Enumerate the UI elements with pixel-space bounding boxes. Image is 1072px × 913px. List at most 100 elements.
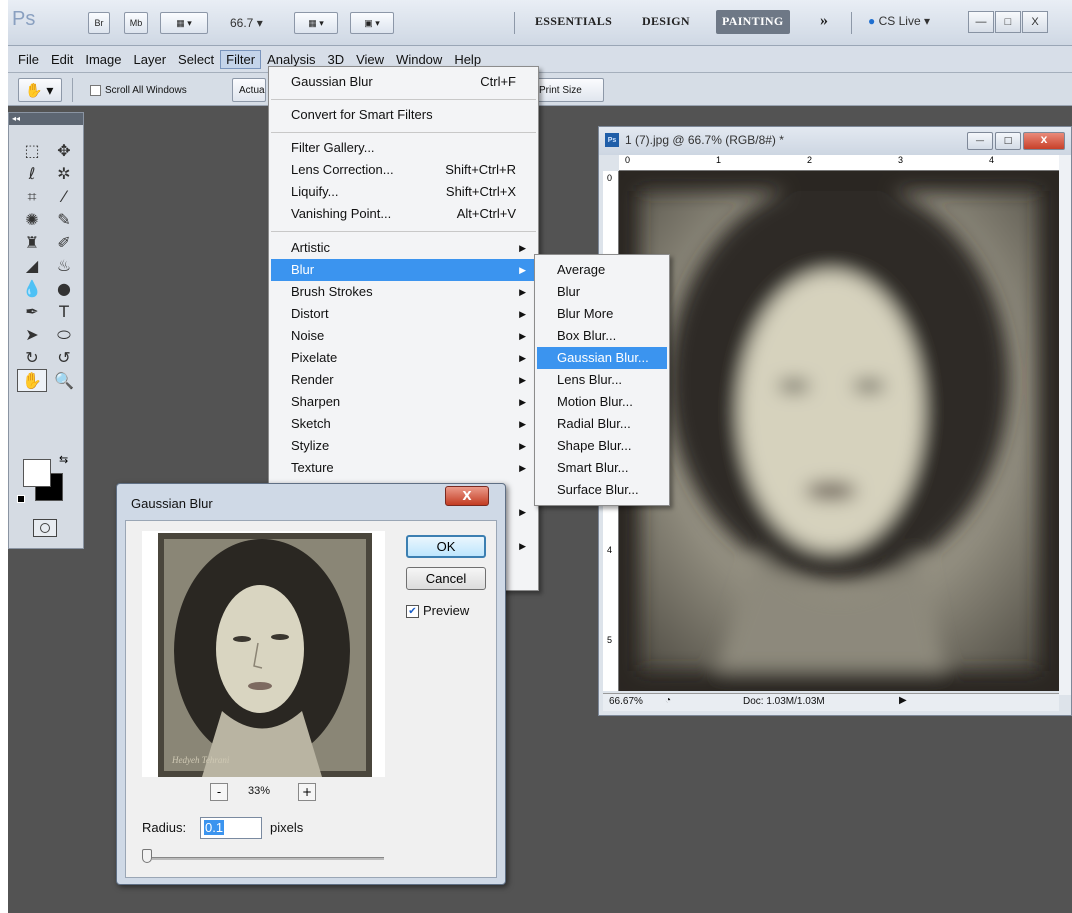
crop-icon[interactable]: ⌗ (17, 185, 47, 208)
spot-heal-icon[interactable]: ✺ (17, 208, 47, 231)
menu-item-lens-correction[interactable]: Lens Correction... Shift+Ctrl+R (271, 159, 536, 181)
cs-live-button[interactable]: ● CS Live ▾ (868, 14, 930, 28)
cancel-button[interactable]: Cancel (406, 567, 486, 590)
horizontal-ruler[interactable]: 0 1 2 3 4 (619, 155, 1059, 171)
workspace-design[interactable]: DESIGN (642, 14, 690, 29)
path-select-icon[interactable]: ➤ (17, 323, 47, 346)
maximize-button[interactable]: □ (995, 11, 1021, 33)
document-canvas[interactable] (619, 171, 1059, 691)
submenu-item-blur-more[interactable]: Blur More (537, 303, 667, 325)
dodge-icon[interactable]: ● (49, 277, 79, 300)
arrange-documents-button[interactable]: ▦ ▾ (294, 12, 338, 34)
submenu-item-shape-blur[interactable]: Shape Blur... (537, 435, 667, 457)
menu-item-sharpen[interactable]: Sharpen ▶ (271, 391, 536, 413)
doc-maximize-button[interactable]: □ (995, 132, 1021, 150)
type-icon[interactable]: T (49, 300, 79, 323)
menu-item-last-filter[interactable]: Gaussian Blur Ctrl+F (271, 71, 536, 93)
menu-edit[interactable]: Edit (45, 50, 79, 69)
submenu-item-gaussian-blur[interactable]: Gaussian Blur... (537, 347, 667, 369)
3d-orbit-icon[interactable]: ↺ (49, 346, 79, 369)
document-title-bar[interactable]: Ps 1 (7).jpg @ 66.7% (RGB/8#) * — □ X (599, 127, 1071, 155)
zoom-in-button[interactable]: + (298, 783, 316, 801)
more-workspaces-button[interactable]: » (820, 12, 828, 30)
zoom-percentage[interactable]: 66.67% (609, 696, 643, 707)
ok-button[interactable]: OK (406, 535, 486, 558)
menu-layer[interactable]: Layer (128, 50, 173, 69)
bucket-icon[interactable]: ♨ (49, 254, 79, 277)
radius-slider-thumb[interactable] (142, 849, 152, 863)
swap-colors-icon[interactable]: ⇆ (59, 453, 68, 466)
menu-item-vanishing-point[interactable]: Vanishing Point... Alt+Ctrl+V (271, 203, 536, 225)
status-info-icon[interactable]: ◔ (665, 695, 671, 706)
dialog-close-button[interactable]: X (445, 486, 489, 506)
quick-mask-button[interactable] (33, 519, 57, 537)
radius-input[interactable]: 0.1 (200, 817, 262, 839)
submenu-item-smart-blur[interactable]: Smart Blur... (537, 457, 667, 479)
zoom-icon[interactable]: 🔍 (49, 369, 79, 392)
menu-item-blur[interactable]: Blur ▶ (271, 259, 536, 281)
menu-file[interactable]: File (12, 50, 45, 69)
eraser-icon[interactable]: ◢ (17, 254, 47, 277)
workspace-essentials[interactable]: ESSENTIALS (535, 14, 612, 29)
menu-item-liquify[interactable]: Liquify... Shift+Ctrl+X (271, 181, 536, 203)
workspace-painting[interactable]: PAINTING (716, 10, 790, 34)
zoom-out-button[interactable]: - (210, 783, 228, 801)
menu-item-filter-gallery[interactable]: Filter Gallery... (271, 137, 536, 159)
scroll-all-windows-checkbox[interactable]: Scroll All Windows (84, 78, 193, 102)
menu-image[interactable]: Image (79, 50, 127, 69)
zoom-level-readout[interactable]: 66.7 ▾ (230, 16, 263, 30)
menu-item-noise[interactable]: Noise ▶ (271, 325, 536, 347)
submenu-item-motion-blur[interactable]: Motion Blur... (537, 391, 667, 413)
tools-panel-header[interactable]: ◂◂ (9, 113, 83, 125)
submenu-item-box-blur[interactable]: Box Blur... (537, 325, 667, 347)
mini-bridge-button[interactable]: Mb (124, 12, 148, 34)
pen-icon[interactable]: ✒ (17, 300, 47, 323)
menu-item-render[interactable]: Render ▶ (271, 369, 536, 391)
tool-preset-picker[interactable]: ✋ ▾ (18, 78, 62, 102)
move-icon[interactable]: ✥ (49, 139, 79, 162)
quick-select-icon[interactable]: ✲ (49, 162, 79, 185)
submenu-item-surface-blur[interactable]: Surface Blur... (537, 479, 667, 501)
submenu-item-radial-blur[interactable]: Radial Blur... (537, 413, 667, 435)
menu-item-texture[interactable]: Texture ▶ (271, 457, 536, 479)
radius-slider-track[interactable] (152, 857, 384, 860)
doc-minimize-button[interactable]: — (967, 132, 993, 150)
menu-item-brush-strokes[interactable]: Brush Strokes ▶ (271, 281, 536, 303)
menu-item-sketch[interactable]: Sketch ▶ (271, 413, 536, 435)
3d-rotate-icon[interactable]: ↻ (17, 346, 47, 369)
submenu-item-blur[interactable]: Blur (537, 281, 667, 303)
blur-tool-icon[interactable]: 💧 (17, 277, 47, 300)
menu-item-convert-smart[interactable]: Convert for Smart Filters (271, 104, 536, 126)
filter-preview[interactable]: Hedyeh Tehrani (142, 531, 385, 777)
lasso-icon[interactable]: ℓ (17, 162, 47, 185)
menu-item-artistic[interactable]: Artistic ▶ (271, 237, 536, 259)
ellipse-icon[interactable]: ⬭ (49, 323, 79, 346)
submenu-item-lens-blur[interactable]: Lens Blur... (537, 369, 667, 391)
foreground-color-swatch[interactable] (23, 459, 51, 487)
submenu-item-average[interactable]: Average (537, 259, 667, 281)
status-menu-arrow-icon[interactable]: ▶ (899, 695, 907, 706)
print-size-button[interactable]: Print Size (534, 78, 604, 102)
brush-icon[interactable]: ✎ (49, 208, 79, 231)
menu-filter[interactable]: Filter (220, 49, 262, 69)
vertical-scrollbar[interactable] (1059, 155, 1071, 695)
marquee-icon[interactable]: ⬚ (17, 139, 47, 162)
menu-item-stylize[interactable]: Stylize ▶ (271, 435, 536, 457)
menu-item-pixelate[interactable]: Pixelate ▶ (271, 347, 536, 369)
default-colors-icon[interactable] (17, 495, 25, 503)
doc-close-button[interactable]: X (1023, 132, 1065, 150)
history-brush-icon[interactable]: ✐ (49, 231, 79, 254)
minimize-button[interactable]: — (968, 11, 994, 33)
menu-item-distort[interactable]: Distort ▶ (271, 303, 536, 325)
dialog-title[interactable]: Gaussian Blur (131, 496, 213, 511)
stamp-icon[interactable]: ♜ (17, 231, 47, 254)
bridge-button[interactable]: Br (88, 12, 110, 34)
menu-select[interactable]: Select (172, 50, 220, 69)
screen-mode-button[interactable]: ▣ ▾ (350, 12, 394, 34)
preview-checkbox[interactable]: ✔ (406, 605, 419, 618)
actual-pixels-button[interactable]: Actua (232, 78, 266, 102)
view-extras-button[interactable]: ▦ ▾ (160, 12, 208, 34)
hand-icon[interactable]: ✋ (17, 369, 47, 392)
eyedropper-icon[interactable]: ⁄ (49, 185, 79, 208)
close-button[interactable]: X (1022, 11, 1048, 33)
